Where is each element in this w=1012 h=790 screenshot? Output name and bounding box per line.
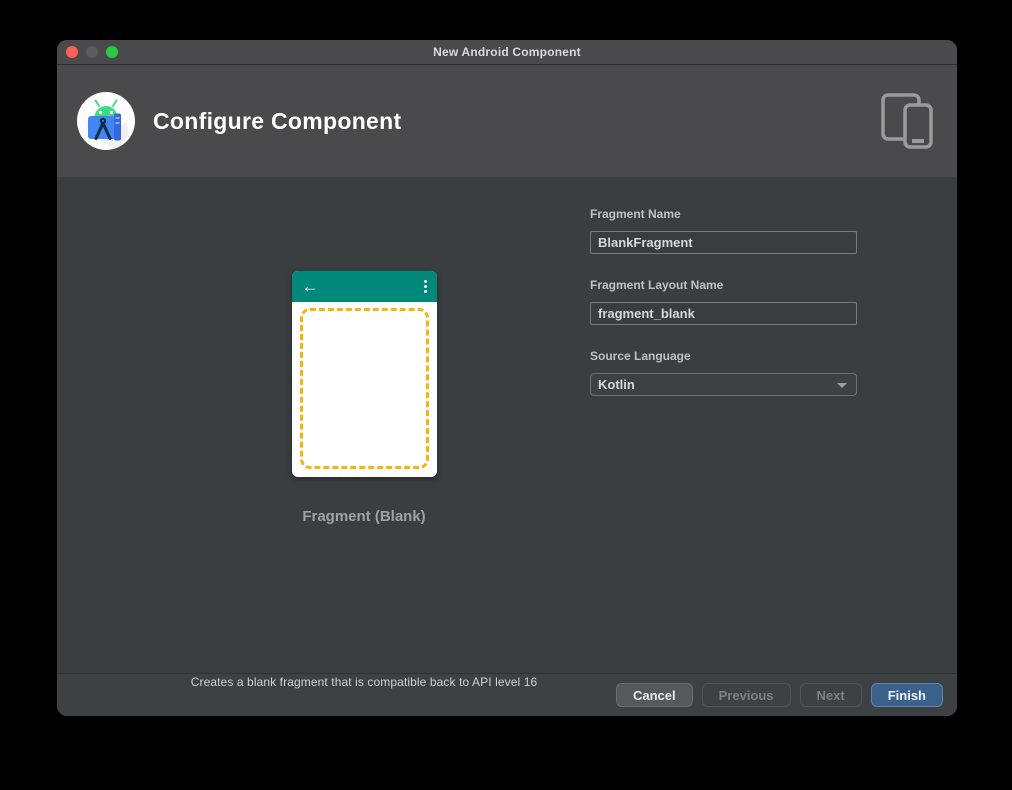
back-arrow-icon: ← [302,278,319,295]
finish-button[interactable]: Finish [871,683,943,707]
template-preview-column: ← Fragment (Blank) Creates a blank fragm… [164,271,564,525]
zoom-window-button[interactable] [106,46,118,58]
source-language-value: Kotlin [598,377,635,392]
preview-app-bar: ← [292,271,437,302]
fragment-layout-name-input[interactable] [590,302,857,325]
desktop-background: New Android Component Configu [0,0,1012,790]
configuration-form: Fragment Name Fragment Layout Name Sourc… [590,207,857,396]
traffic-lights [66,46,118,58]
previous-button[interactable]: Previous [702,683,791,707]
close-window-button[interactable] [66,46,78,58]
minimize-window-button[interactable] [86,46,98,58]
fragment-placeholder-outline [300,308,429,469]
wizard-content: ← Fragment (Blank) Creates a blank fragm… [57,177,957,673]
fragment-preview-thumbnail: ← [292,271,437,477]
fragment-layout-name-label: Fragment Layout Name [590,278,857,292]
new-android-component-dialog: New Android Component Configu [57,40,957,716]
wizard-header: Configure Component [57,65,957,177]
source-language-label: Source Language [590,349,857,363]
tablet-phone-icon [881,93,935,149]
window-title: New Android Component [433,45,581,59]
overflow-menu-icon [424,280,427,293]
window-titlebar[interactable]: New Android Component [57,40,957,65]
fragment-name-input[interactable] [590,231,857,254]
page-title: Configure Component [153,108,401,135]
cancel-button[interactable]: Cancel [616,683,693,707]
chevron-down-icon [837,383,847,388]
template-name: Fragment (Blank) [164,508,564,525]
android-studio-icon [77,92,135,150]
fragment-name-label: Fragment Name [590,207,857,221]
next-button[interactable]: Next [800,683,862,707]
template-description: Creates a blank fragment that is compati… [107,675,621,689]
source-language-dropdown[interactable]: Kotlin [590,373,857,396]
